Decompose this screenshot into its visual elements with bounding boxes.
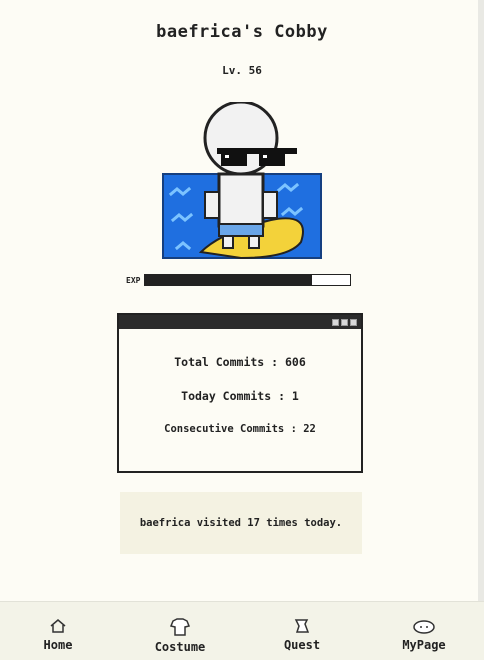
minimize-icon — [332, 318, 339, 326]
window-edge — [478, 0, 484, 660]
page-title: baefrica's Cobby — [156, 22, 328, 42]
visit-message-box: baefrica visited 17 times today. — [120, 492, 362, 554]
face-icon — [413, 620, 435, 634]
nav-mypage-label: MyPage — [402, 638, 446, 652]
today-commits: Today Commits : 1 — [181, 389, 299, 403]
visit-message: baefrica visited 17 times today. — [139, 517, 343, 529]
exp-progress-bar — [144, 274, 352, 286]
level-label: Lv. 56 — [222, 64, 262, 77]
bottom-nav: Home Costume Quest MyPage — [0, 601, 484, 660]
character-sprite[interactable] — [161, 100, 323, 262]
maximize-icon — [341, 318, 348, 326]
cobby-character-image — [162, 100, 322, 260]
shirt-icon — [169, 618, 191, 636]
consecutive-commits: Consecutive Commits : 22 — [164, 423, 316, 435]
exp-row: EXP — [126, 274, 352, 286]
commit-stats-window: Total Commits : 606 Today Commits : 1 Co… — [117, 313, 363, 473]
nav-costume[interactable]: Costume — [140, 618, 220, 654]
scroll-icon — [294, 619, 310, 633]
house-icon — [50, 619, 66, 633]
exp-progress-fill — [145, 275, 312, 285]
nav-quest-label: Quest — [283, 638, 321, 652]
total-commits: Total Commits : 606 — [174, 355, 306, 369]
nav-quest[interactable]: Quest — [262, 618, 342, 652]
window-title-bar — [119, 315, 361, 329]
nav-mypage[interactable]: MyPage — [384, 618, 464, 652]
close-icon — [350, 318, 357, 326]
nav-home-label: Home — [43, 638, 73, 652]
nav-home[interactable]: Home — [18, 618, 98, 652]
exp-label: EXP — [126, 275, 141, 285]
nav-costume-label: Costume — [154, 640, 206, 654]
